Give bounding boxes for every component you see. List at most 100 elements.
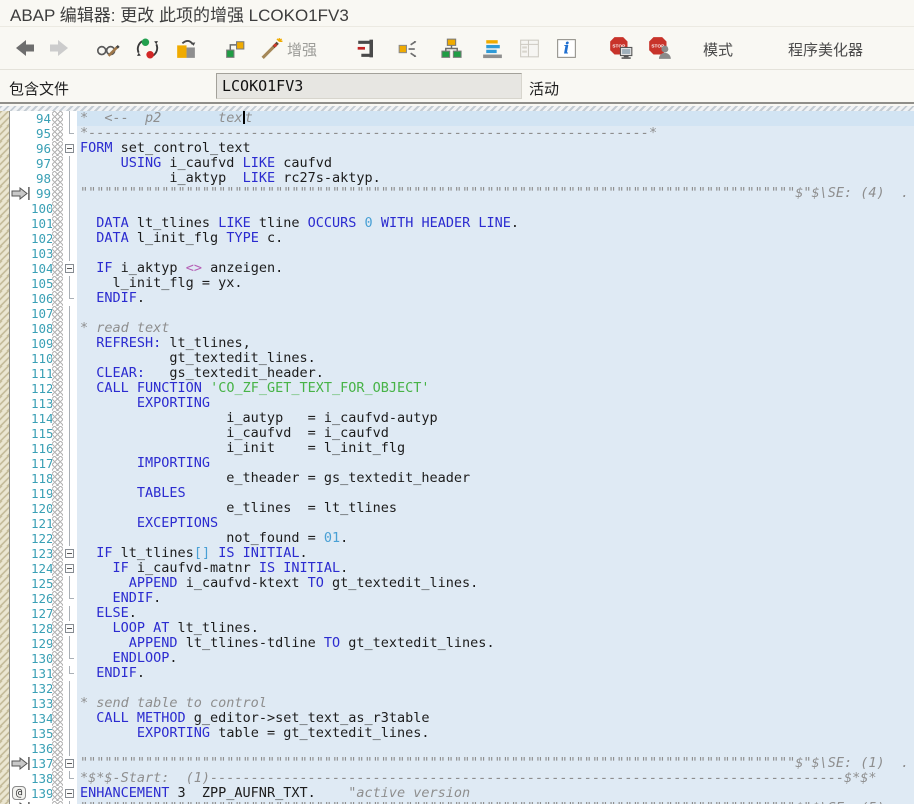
code-editor[interactable]: 94 * <-- p2 tex t 95 *----------------------… (0, 106, 914, 804)
code-line[interactable]: 129 APPEND lt_tlines-tdline TO gt_texted… (0, 636, 914, 651)
change-bar (52, 531, 63, 546)
code-line[interactable]: 102 DATA l_init_flg TYPE c. (0, 231, 914, 246)
code-line[interactable]: 123 IF lt_tlines[] IS INITIAL. (0, 546, 914, 561)
change-bar (52, 486, 63, 501)
clamp-button[interactable] (352, 35, 378, 61)
line-number: 122 (31, 531, 54, 546)
code-line[interactable]: 97 USING i_caufvd LIKE caufvd (0, 156, 914, 171)
change-bar (52, 426, 63, 441)
code-line[interactable]: 111 CLEAR: gs_textedit_header. (0, 366, 914, 381)
code-line[interactable]: 137 """""""""""""""""""""""""""""""""""""… (0, 756, 914, 771)
enhance-button-label[interactable]: 增强 (287, 39, 317, 60)
code-line[interactable]: 104 IF i_aktyp <> anzeigen. (0, 261, 914, 276)
code-line[interactable]: 124 IF i_caufvd-matnr IS INITIAL. (0, 561, 914, 576)
code-line[interactable]: 135 EXPORTING table = gt_textedit_lines. (0, 726, 914, 741)
code-line[interactable]: 107 (0, 306, 914, 321)
where-used-button[interactable] (222, 35, 248, 61)
code-line[interactable]: 99 """"""""""""""""""""""""""""""""""""""… (0, 186, 914, 201)
line-number: 97 (31, 156, 52, 171)
editor-frame-hatch (0, 546, 10, 561)
code-line[interactable]: 96 FORM set_control_text (0, 141, 914, 156)
sorted-list-button[interactable] (479, 35, 505, 61)
fold-guide (69, 741, 70, 756)
code-line[interactable]: 114 i_autyp = i_caufvd-autyp (0, 411, 914, 426)
enhancement-at-icon[interactable]: @ (12, 786, 26, 800)
fold-column (63, 591, 77, 606)
code-line[interactable]: 113 EXPORTING (0, 396, 914, 411)
code-line[interactable]: 120 e_tlines = lt_tlines (0, 501, 914, 516)
code-line[interactable]: 118 e_theader = gs_textedit_header (0, 471, 914, 486)
fold-toggle[interactable] (65, 789, 74, 798)
change-bar (52, 696, 63, 711)
pattern-button[interactable]: 模式 (703, 39, 733, 60)
code-line[interactable]: 116 i_init = l_init_flg (0, 441, 914, 456)
fold-toggle[interactable] (65, 624, 74, 633)
code-line[interactable]: 106 ENDIF. (0, 291, 914, 306)
code-text: TABLES (136, 486, 186, 501)
code-line[interactable]: 125 APPEND i_caufvd-ktext TO gt_textedit… (0, 576, 914, 591)
code-line[interactable]: 110 gt_textedit_lines. (0, 351, 914, 366)
code-line[interactable]: 94 * <-- p2 tex t (0, 111, 914, 126)
code-line[interactable]: 95 *-------------------------------------… (0, 126, 914, 141)
code-line[interactable]: 112 CALL FUNCTION 'CO_ZF_GET_TEXT_FOR_OB… (0, 381, 914, 396)
code-line[interactable]: 109 REFRESH: lt_tlines, (0, 336, 914, 351)
include-input[interactable] (216, 73, 522, 99)
margin-arrow-icon[interactable] (11, 187, 30, 200)
code-line[interactable]: 133 * send table to control (0, 696, 914, 711)
back-button[interactable] (12, 35, 38, 61)
fold-toggle[interactable] (65, 264, 74, 273)
code-line[interactable]: 128 LOOP AT lt_tlines. (0, 621, 914, 636)
code-line[interactable]: 108 * read text (0, 321, 914, 336)
fold-toggle[interactable] (65, 144, 74, 153)
forward-button[interactable] (46, 35, 72, 61)
change-bar (52, 681, 63, 696)
code-line[interactable]: 119 TABLES (0, 486, 914, 501)
fold-toggle[interactable] (65, 759, 74, 768)
code-line[interactable]: 117 IMPORTING (0, 456, 914, 471)
pretty-printer-button[interactable]: 程序美化器 (788, 39, 863, 60)
code-line[interactable]: 105 l_init_flg = yx. (0, 276, 914, 291)
editor-frame-hatch (0, 111, 10, 126)
code-line[interactable]: 127 ELSE. (0, 606, 914, 621)
fold-column (63, 111, 77, 126)
change-bar (52, 591, 63, 606)
fold-toggle[interactable] (65, 564, 74, 573)
breakpoint-screen-button[interactable]: STOP (608, 35, 634, 61)
code-line[interactable]: 121 EXCEPTIONS (0, 516, 914, 531)
code-text: CLEAR: gs_textedit_header. (96, 366, 324, 381)
code-line[interactable]: 138 *$*$-Start: (1)----------------------… (0, 771, 914, 786)
copy-button[interactable] (172, 35, 198, 61)
code-line[interactable]: 130 ENDLOOP. (0, 651, 914, 666)
fold-guide (69, 681, 70, 696)
activate-button[interactable] (134, 35, 160, 61)
change-bar (52, 621, 63, 636)
fold-toggle[interactable] (65, 549, 74, 558)
code-line[interactable]: 100 (0, 201, 914, 216)
change-bar (52, 651, 63, 666)
editor-margin (10, 126, 31, 141)
editor-frame-hatch (0, 591, 10, 606)
code-line[interactable]: 103 (0, 246, 914, 261)
code-line[interactable]: 122 not_found = 01. (0, 531, 914, 546)
code-line[interactable]: 132 (0, 681, 914, 696)
fold-column (63, 771, 77, 786)
editor-margin (10, 591, 31, 606)
editor-margin (10, 486, 31, 501)
code-line[interactable]: 115 i_caufvd = i_caufvd (0, 426, 914, 441)
breakpoint-user-button[interactable]: STOP (647, 35, 673, 61)
code-line[interactable]: 101 DATA lt_tlines LIKE tline OCCURS 0 W… (0, 216, 914, 231)
code-line[interactable]: 126 ENDIF. (0, 591, 914, 606)
info-button[interactable]: i (553, 35, 579, 61)
code-line[interactable]: @139 ENHANCEMENT 3 ZPP_AUFNR_TXT. "active… (0, 786, 914, 801)
fold-guide (69, 651, 74, 659)
code-line[interactable]: 136 (0, 741, 914, 756)
display-change-button[interactable] (94, 35, 120, 61)
navigation-button[interactable] (394, 35, 420, 61)
code-line[interactable]: 131 ENDIF. (0, 666, 914, 681)
margin-arrow-icon[interactable] (11, 757, 30, 770)
code-line[interactable]: 134 CALL METHOD g_editor->set_text_as_r3… (0, 711, 914, 726)
code-line[interactable]: 98 i_aktyp LIKE rc27s-aktyp. (0, 171, 914, 186)
enhance-button[interactable] (258, 35, 284, 61)
hierarchy-button[interactable] (438, 35, 464, 61)
